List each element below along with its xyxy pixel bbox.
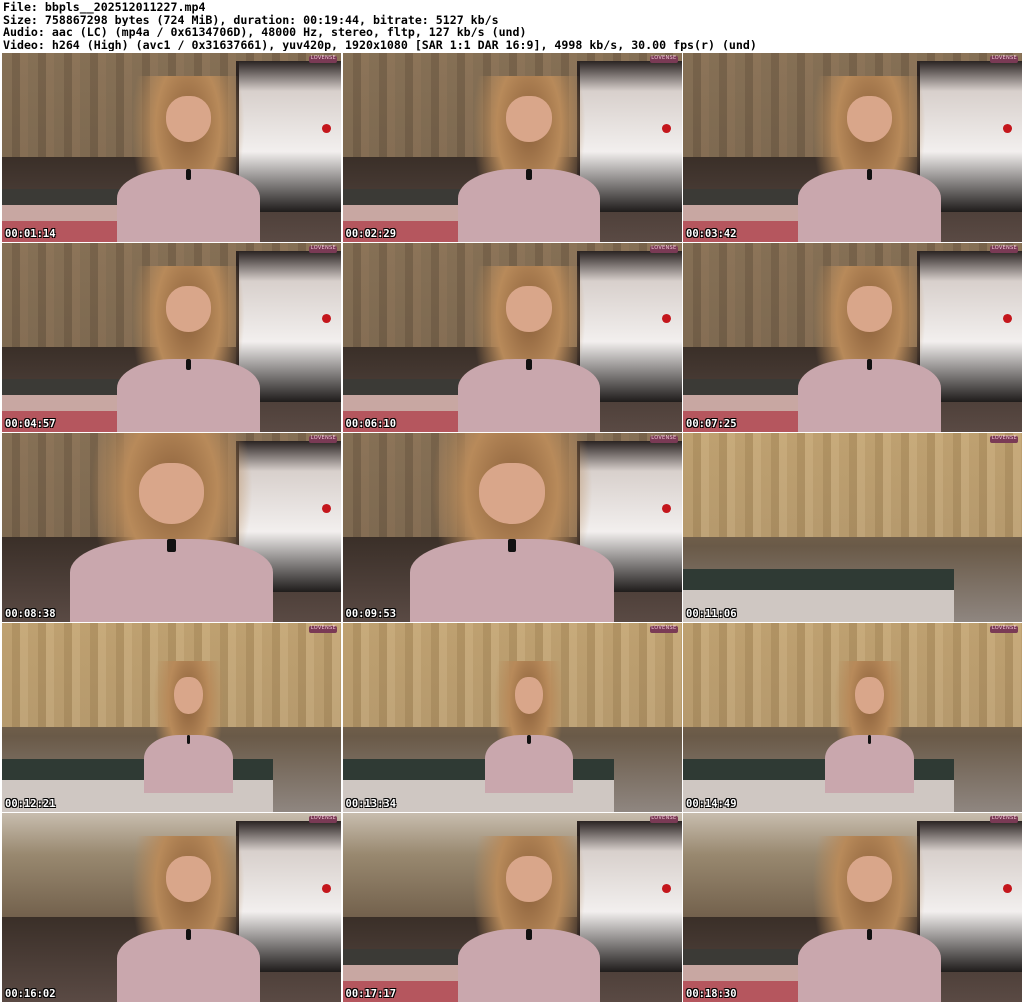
thumbnail: LOVENSE 00:13:34: [342, 623, 682, 812]
watermark-text: LOVENSE: [651, 625, 677, 631]
thumbnail: LOVENSE 00:08:38: [2, 433, 341, 622]
watermark-text: LOVENSE: [310, 55, 336, 61]
thumbnail-timestamp: 00:07:25: [686, 418, 737, 430]
thumbnail-timestamp: 00:06:10: [345, 418, 397, 430]
thumbnail-timestamp: 00:02:29: [345, 228, 397, 240]
thumbnail: LOVENSE 00:09:53: [342, 433, 682, 622]
thumbnail-timestamp: 00:18:30: [686, 988, 737, 1000]
watermark-text: LOVENSE: [310, 245, 336, 251]
watermark-text: LOVENSE: [310, 815, 336, 821]
thumbnail: LOVENSE 00:11:06: [683, 433, 1022, 622]
watermark-text: LOVENSE: [991, 815, 1017, 821]
thumbnail: LOVENSE 00:14:49: [683, 623, 1022, 812]
thumbnail-timestamp: 00:09:53: [345, 608, 397, 620]
thumbnail-grid: LOVENSE 00:01:14 LOVENSE 00:02:29 LOVENS…: [2, 53, 1022, 1002]
file-info-header: File: bbpls__202512011227.mp4 Size: 7588…: [3, 1, 1021, 51]
watermark-text: LOVENSE: [991, 55, 1017, 61]
watermark-text: LOVENSE: [310, 625, 336, 631]
audio-info-line: Audio: aac (LC) (mp4a / 0x6134706D), 480…: [3, 26, 527, 39]
watermark-text: LOVENSE: [651, 245, 677, 251]
thumbnail: LOVENSE 00:12:21: [2, 623, 341, 812]
thumbnail: LOVENSE 00:07:25: [683, 243, 1022, 432]
file-size-line: Size: 758867298 bytes (724 MiB), duratio…: [3, 13, 499, 27]
thumbnail-timestamp: 00:14:49: [686, 798, 737, 810]
watermark-text: LOVENSE: [991, 625, 1017, 631]
thumbnail: LOVENSE 00:02:29: [342, 53, 682, 242]
thumbnail: LOVENSE 00:03:42: [683, 53, 1022, 242]
thumbnail-timestamp: 00:17:17: [345, 988, 397, 1000]
thumbnail-timestamp: 00:16:02: [5, 988, 56, 1000]
watermark-text: LOVENSE: [991, 245, 1017, 251]
thumbnail: LOVENSE 00:18:30: [683, 813, 1022, 1002]
thumbnail-timestamp: 00:13:34: [345, 798, 397, 810]
watermark-text: LOVENSE: [651, 55, 677, 61]
video-info-line: Video: h264 (High) (avc1 / 0x31637661), …: [3, 38, 757, 52]
watermark-text: LOVENSE: [651, 815, 677, 821]
thumbnail-timestamp: 00:01:14: [5, 228, 56, 240]
thumbnail: LOVENSE 00:06:10: [342, 243, 682, 432]
thumbnail: LOVENSE 00:01:14: [2, 53, 341, 242]
thumbnail-timestamp: 00:03:42: [686, 228, 737, 240]
thumbnail-timestamp: 00:12:21: [5, 798, 56, 810]
thumbnail: LOVENSE 00:17:17: [342, 813, 682, 1002]
thumbnail-timestamp: 00:04:57: [5, 418, 56, 430]
thumbnail-timestamp: 00:11:06: [686, 608, 737, 620]
file-name-line: File: bbpls__202512011227.mp4: [3, 1, 206, 14]
thumbnail: LOVENSE 00:04:57: [2, 243, 341, 432]
thumbnail-timestamp: 00:08:38: [5, 608, 56, 620]
thumbnail: LOVENSE 00:16:02: [2, 813, 341, 1002]
watermark-text: LOVENSE: [310, 435, 336, 441]
watermark-text: LOVENSE: [651, 435, 677, 441]
watermark-text: LOVENSE: [991, 435, 1017, 441]
